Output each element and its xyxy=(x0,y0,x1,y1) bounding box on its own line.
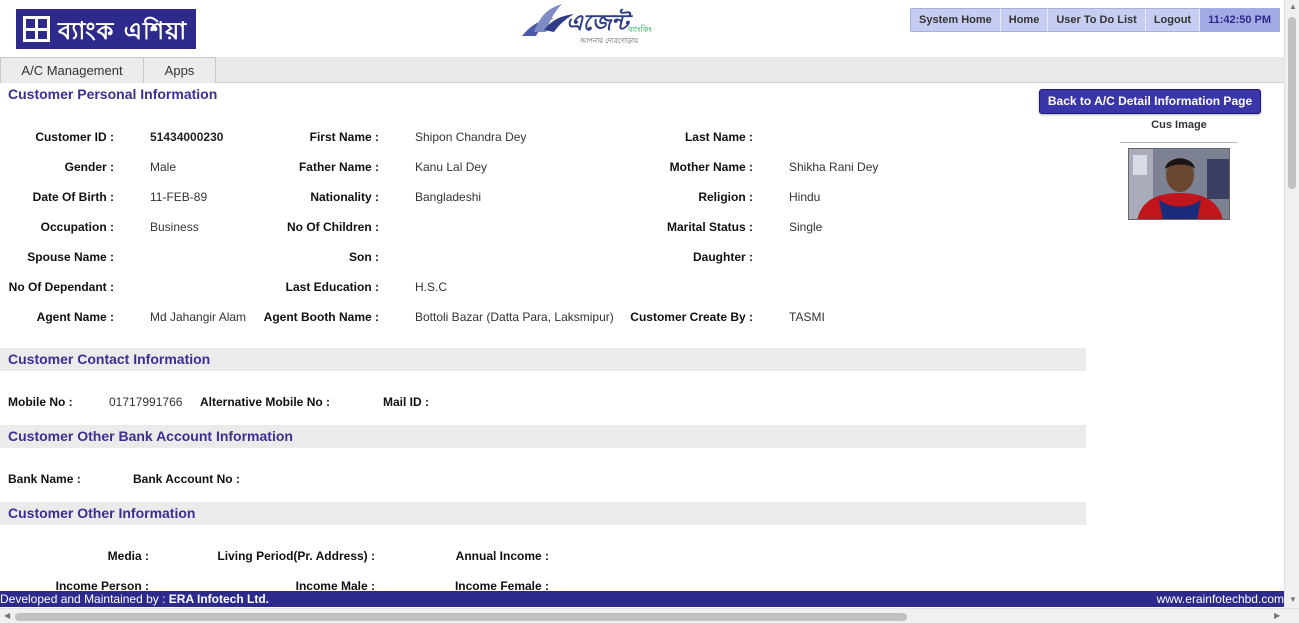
footer: Developed and Maintained by : ERA Infote… xyxy=(0,591,1284,607)
no-of-children-label: No Of Children : xyxy=(287,220,379,234)
dob-value: 11-FEB-89 xyxy=(150,190,208,204)
agent-banking-logo: এজেন্ট ব্যাংকিং আপনার দোরগোড়ায় xyxy=(518,2,688,46)
first-name-label: First Name : xyxy=(309,130,379,144)
gender-label: Gender : xyxy=(64,160,114,174)
footer-company: ERA Infotech Ltd. xyxy=(168,592,269,606)
bank-asia-logo-icon xyxy=(23,16,50,42)
agent-logo-tagline: আপনার দোরগোড়ায় xyxy=(580,37,639,45)
occupation-label: Occupation : xyxy=(40,220,114,234)
bank-asia-logo-text: ব্যাংক এশিয়া xyxy=(58,17,188,45)
daughter-label: Daughter : xyxy=(693,250,753,264)
mother-name-label: Mother Name : xyxy=(669,160,753,174)
first-name-value: Shipon Chandra Dey xyxy=(415,130,527,144)
agent-booth-name-value: Bottoli Bazar (Datta Para, Laksmipur) xyxy=(415,310,614,324)
annual-income-label: Annual Income : xyxy=(455,549,549,563)
customer-id-value: 51434000230 xyxy=(150,130,224,144)
clock: 11:42:50 PM xyxy=(1200,9,1280,31)
agent-booth-name-label: Agent Booth Name : xyxy=(263,310,379,324)
vertical-scrollbar[interactable]: ▲ ▼ xyxy=(1284,0,1299,608)
mail-id-label: Mail ID : xyxy=(383,395,430,409)
spouse-name-label: Spouse Name : xyxy=(27,250,114,264)
mobile-no-label: Mobile No : xyxy=(8,395,73,409)
section-title-contact: Customer Contact Information xyxy=(0,348,1086,371)
father-name-value: Kanu Lal Dey xyxy=(415,160,488,174)
occupation-value: Business xyxy=(150,220,199,234)
customer-id-label: Customer ID : xyxy=(35,130,114,144)
bank-account-no-label: Bank Account No : xyxy=(133,472,240,486)
section-title-other-info: Customer Other Information xyxy=(0,502,1086,525)
son-label: Son : xyxy=(349,250,379,264)
last-education-value: H.S.C xyxy=(415,280,448,294)
user-todo-list-link[interactable]: User To Do List xyxy=(1048,9,1146,31)
footer-website-link[interactable]: www.erainfotechbd.com xyxy=(1157,591,1284,607)
logout-link[interactable]: Logout xyxy=(1146,9,1201,31)
back-to-ac-detail-button[interactable]: Back to A/C Detail Information Page xyxy=(1039,89,1261,114)
customer-image-label: Cus Image xyxy=(1151,119,1207,131)
father-name-label: Father Name : xyxy=(298,160,379,174)
horizontal-scroll-thumb[interactable] xyxy=(15,613,907,621)
menu-bar: A/C Management Apps xyxy=(0,57,1284,83)
religion-label: Religion : xyxy=(698,190,753,204)
marital-status-label: Marital Status : xyxy=(666,220,753,234)
customer-create-by-value: TASMI xyxy=(789,310,825,324)
agent-name-value: Md Jahangir Alam xyxy=(150,310,247,324)
religion-value: Hindu xyxy=(789,190,821,204)
nationality-label: Nationality : xyxy=(310,190,379,204)
horizontal-scrollbar[interactable]: ◀ ▶ xyxy=(0,608,1299,623)
vertical-scroll-thumb[interactable] xyxy=(1288,17,1296,189)
top-nav: System Home Home User To Do List Logout … xyxy=(910,8,1281,32)
section-title-other-bank: Customer Other Bank Account Information xyxy=(0,425,1086,448)
scroll-left-icon[interactable]: ◀ xyxy=(4,612,10,620)
footer-credit: Developed and Maintained by : ERA Infote… xyxy=(0,591,269,607)
section-title-personal: Customer Personal Information xyxy=(8,86,218,102)
nationality-value: Bangladeshi xyxy=(415,190,482,204)
gender-value: Male xyxy=(150,160,177,174)
marital-status-value: Single xyxy=(789,220,823,234)
customer-create-by-label: Customer Create By : xyxy=(630,310,753,324)
mobile-no-value: 01717991766 xyxy=(109,395,183,409)
dob-label: Date Of Birth : xyxy=(32,190,114,204)
scroll-down-icon[interactable]: ▼ xyxy=(1289,596,1297,604)
customer-photo xyxy=(1128,148,1230,220)
mother-name-value: Shikha Rani Dey xyxy=(789,160,879,174)
alternative-mobile-label: Alternative Mobile No : xyxy=(200,395,331,409)
system-home-link[interactable]: System Home xyxy=(911,9,1001,31)
scroll-up-icon[interactable]: ▲ xyxy=(1289,3,1297,11)
agent-name-label: Agent Name : xyxy=(36,310,114,324)
media-label: Media : xyxy=(107,549,149,563)
menu-tab-apps[interactable]: Apps xyxy=(143,57,216,83)
customer-image-divider xyxy=(1120,142,1238,143)
scroll-right-icon[interactable]: ▶ xyxy=(1274,612,1280,620)
footer-credit-prefix: Developed and Maintained by : xyxy=(0,592,169,606)
bank-name-label: Bank Name : xyxy=(8,472,81,486)
menu-tab-ac-management[interactable]: A/C Management xyxy=(0,57,144,83)
last-name-label: Last Name : xyxy=(684,130,753,144)
living-period-label: Living Period(Pr. Address) : xyxy=(217,549,375,563)
no-of-dependant-label: No Of Dependant : xyxy=(8,280,114,294)
last-education-label: Last Education : xyxy=(285,280,379,294)
bank-asia-logo: ব্যাংক এশিয়া xyxy=(16,9,196,49)
home-link[interactable]: Home xyxy=(1001,9,1049,31)
